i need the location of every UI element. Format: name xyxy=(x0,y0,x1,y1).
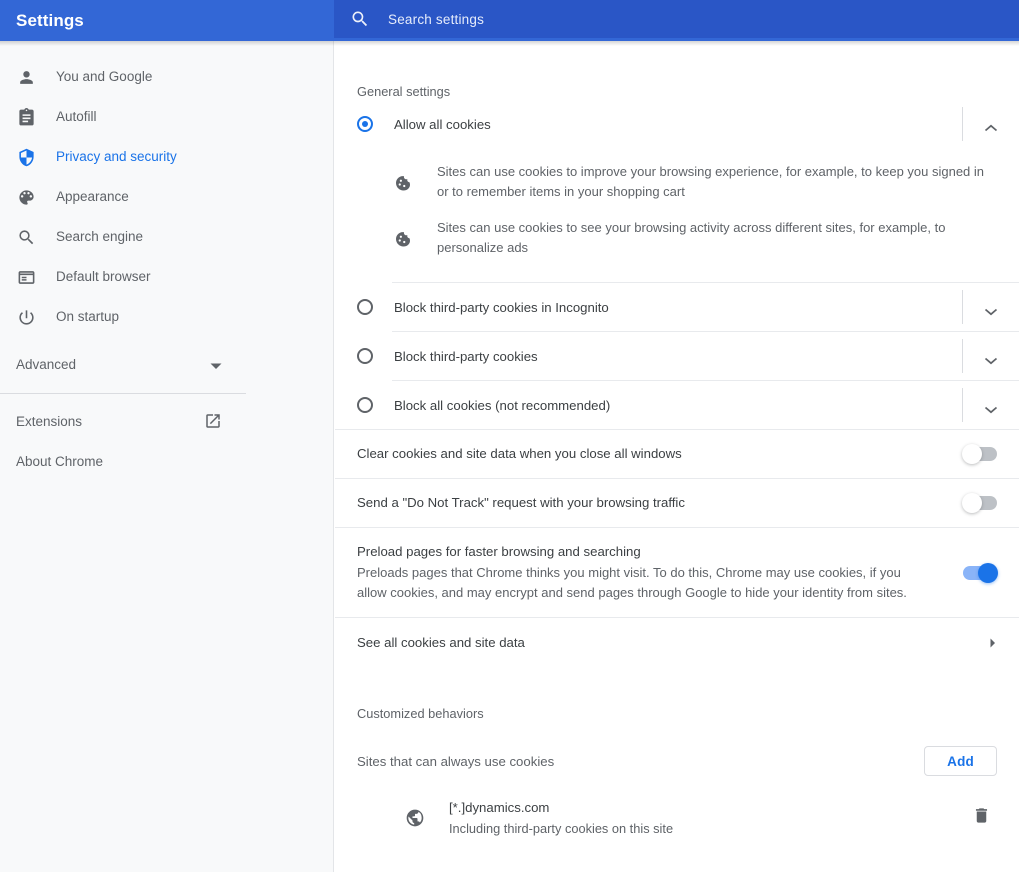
toggle-knob xyxy=(962,493,982,513)
customized-behaviors-heading: Customized behaviors xyxy=(357,706,484,721)
settings-content: General settings Allow all cookies Sites… xyxy=(335,46,1019,872)
site-name: [*.]dynamics.com xyxy=(449,800,550,815)
general-settings-heading: General settings xyxy=(357,84,451,99)
description-text: Sites can use cookies to see your browsi… xyxy=(437,220,946,255)
settings-sidebar: You and Google Autofill Privacy and secu… xyxy=(0,41,334,872)
chevron-down-icon xyxy=(984,303,998,315)
search-settings-box[interactable]: Search settings xyxy=(334,0,1019,38)
description-text: Sites can use cookies to improve your br… xyxy=(437,164,985,199)
sidebar-item-default-browser[interactable]: Default browser xyxy=(0,257,333,297)
site-list-item: [*.]dynamics.com Including third-party c… xyxy=(335,790,1019,846)
chevron-up-icon xyxy=(984,120,998,131)
toggle-switch-clear-cookies-on-close[interactable] xyxy=(962,444,997,464)
browser-window-icon xyxy=(16,267,36,287)
sidebar-item-label: You and Google xyxy=(56,69,153,85)
toggle-texts: Clear cookies and site data when you clo… xyxy=(357,444,682,464)
toggle-title: Send a "Do Not Track" request with your … xyxy=(357,495,685,510)
toggle-knob xyxy=(962,444,982,464)
radio-row-block-third-party-incognito[interactable]: Block third-party cookies in Incognito xyxy=(335,283,1019,331)
search-icon xyxy=(16,227,36,247)
description-item: Sites can use cookies to improve your br… xyxy=(335,154,1019,210)
sidebar-item-label: Search engine xyxy=(56,229,144,245)
clipboard-icon xyxy=(16,107,36,127)
toggle-row-do-not-track[interactable]: Send a "Do Not Track" request with your … xyxy=(335,479,1019,527)
sidebar-item-search-engine[interactable]: Search engine xyxy=(0,217,333,257)
top-bar-shadow xyxy=(0,41,1019,46)
power-icon xyxy=(16,307,36,327)
radio-row-block-all-cookies[interactable]: Block all cookies (not recommended) xyxy=(335,381,1019,429)
chevron-right-icon xyxy=(989,636,997,648)
sidebar-item-autofill[interactable]: Autofill xyxy=(0,97,333,137)
search-icon xyxy=(350,9,370,29)
sidebar-item-on-startup[interactable]: On startup xyxy=(0,297,333,337)
description-item: Sites can use cookies to see your browsi… xyxy=(335,210,1019,266)
toggle-subtitle: Preloads pages that Chrome thinks you mi… xyxy=(357,565,907,600)
sidebar-item-label: Autofill xyxy=(56,109,97,125)
sidebar-item-about-chrome[interactable]: About Chrome xyxy=(0,442,246,482)
sidebar-item-label: Appearance xyxy=(56,189,129,205)
palette-icon xyxy=(16,187,36,207)
sidebar-item-label: Privacy and security xyxy=(56,149,177,165)
radio-block-third-party-incognito[interactable] xyxy=(357,299,373,315)
shield-icon xyxy=(16,147,36,167)
expand-collapse-block-all-cookies[interactable] xyxy=(963,383,1019,427)
sidebar-item-label: Default browser xyxy=(56,269,151,285)
sidebar-item-label: About Chrome xyxy=(16,454,104,470)
radio-label: Allow all cookies xyxy=(394,116,491,132)
sidebar-item-advanced[interactable]: Advanced xyxy=(0,345,246,385)
page-title: Settings xyxy=(16,11,84,30)
sidebar-divider xyxy=(0,393,246,394)
person-icon xyxy=(16,67,36,87)
toggle-switch-do-not-track[interactable] xyxy=(962,493,997,513)
open-in-new-icon[interactable] xyxy=(204,412,222,433)
toggle-title: Clear cookies and site data when you clo… xyxy=(357,446,682,461)
toggle-row-clear-cookies-on-close[interactable]: Clear cookies and site data when you clo… xyxy=(335,430,1019,478)
sidebar-item-appearance[interactable]: Appearance xyxy=(0,177,333,217)
delete-site-button[interactable] xyxy=(965,802,997,834)
toggle-texts: Preload pages for faster browsing and se… xyxy=(357,542,917,603)
cookies-settings-card: General settings Allow all cookies Sites… xyxy=(335,46,1019,666)
section-gap xyxy=(335,666,1019,682)
sidebar-item-label: On startup xyxy=(56,309,120,325)
radio-label: Block third-party cookies in Incognito xyxy=(394,299,609,315)
radio-label: Block third-party cookies xyxy=(394,348,538,364)
toggle-texts: Send a "Do Not Track" request with your … xyxy=(357,493,685,513)
radio-row-block-third-party[interactable]: Block third-party cookies xyxy=(335,332,1019,380)
expand-collapse-allow-all-cookies[interactable] xyxy=(963,102,1019,146)
add-site-button[interactable]: Add xyxy=(924,746,997,776)
radio-allow-all-cookies[interactable] xyxy=(357,116,373,132)
site-subtitle: Including third-party cookies on this si… xyxy=(449,821,674,836)
sidebar-item-privacy-and-security[interactable]: Privacy and security xyxy=(0,137,333,177)
sidebar-advanced-label: Advanced xyxy=(16,357,77,373)
toggle-switch-preload-pages[interactable] xyxy=(963,562,998,583)
top-app-bar: Settings Search settings xyxy=(0,0,1019,41)
radio-label: Block all cookies (not recommended) xyxy=(394,397,611,413)
sidebar-item-label: Extensions xyxy=(16,414,83,430)
sites-always-use-cookies-header: Sites that can always use cookies Add xyxy=(335,732,1019,790)
toggle-title: Preload pages for faster browsing and se… xyxy=(357,544,641,559)
sidebar-item-you-and-google[interactable]: You and Google xyxy=(0,57,333,97)
radio-block-third-party[interactable] xyxy=(357,348,373,364)
customized-behaviors-card: Customized behaviors Sites that can alwa… xyxy=(335,682,1019,846)
sidebar-item-extensions[interactable]: Extensions xyxy=(0,402,246,442)
search-input-placeholder[interactable]: Search settings xyxy=(388,12,484,27)
link-row-see-all-cookies[interactable]: See all cookies and site data xyxy=(335,618,1019,666)
trash-icon xyxy=(972,806,991,830)
see-all-cookies-label: See all cookies and site data xyxy=(357,634,525,650)
sites-always-use-cookies-label: Sites that can always use cookies xyxy=(357,753,555,769)
radio-block-all-cookies[interactable] xyxy=(357,397,373,413)
allow-all-cookies-descriptions: Sites can use cookies to improve your br… xyxy=(335,148,1019,282)
cookie-icon xyxy=(393,174,411,192)
chevron-down-icon xyxy=(984,352,998,364)
expand-collapse-block-third-party-incognito[interactable] xyxy=(963,285,1019,329)
chevron-down-icon xyxy=(984,401,998,413)
radio-row-allow-all-cookies[interactable]: Allow all cookies xyxy=(335,100,1019,148)
toggle-knob xyxy=(978,562,998,583)
globe-icon xyxy=(405,808,425,828)
toggle-row-preload-pages[interactable]: Preload pages for faster browsing and se… xyxy=(335,528,1019,617)
chevron-down-icon xyxy=(210,358,222,373)
cookie-icon xyxy=(393,230,411,248)
expand-collapse-block-third-party[interactable] xyxy=(963,334,1019,378)
site-texts: [*.]dynamics.com Including third-party c… xyxy=(449,798,965,838)
